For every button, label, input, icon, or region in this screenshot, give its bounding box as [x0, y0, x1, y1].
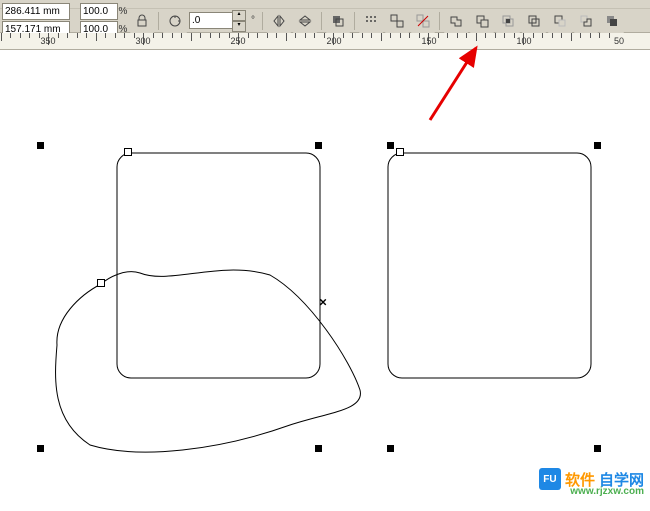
rotation-group: ▴ ▾	[189, 10, 246, 32]
to-front-icon	[330, 13, 346, 29]
drawing-canvas[interactable]: FU 软件 自学网 www.rjzxw.com ×	[0, 50, 650, 498]
align-button[interactable]	[359, 9, 383, 33]
back-minus-front-icon	[578, 13, 594, 29]
ruler-label: 300	[135, 36, 150, 46]
shape-node[interactable]	[124, 148, 132, 156]
ruler-label: 50	[614, 36, 624, 46]
degree-label: °	[248, 15, 258, 26]
shape-node[interactable]	[97, 279, 105, 287]
selection-handle[interactable]	[387, 142, 394, 149]
ruler-label: 350	[40, 36, 55, 46]
weld-icon	[448, 13, 464, 29]
ungroup-button[interactable]	[411, 9, 435, 33]
selection-handle[interactable]	[37, 445, 44, 452]
selection-center[interactable]: ×	[319, 295, 327, 310]
boundary-icon	[604, 13, 620, 29]
apply-icon	[167, 13, 183, 29]
separator	[439, 12, 440, 30]
group-button[interactable]	[385, 9, 409, 33]
ungroup-icon	[415, 13, 431, 29]
separator	[262, 12, 263, 30]
to-front-button[interactable]	[326, 9, 350, 33]
scale-x-input[interactable]	[80, 3, 118, 20]
create-boundary-button[interactable]	[600, 9, 624, 33]
intersect-button[interactable]	[496, 9, 520, 33]
selection-handle[interactable]	[315, 445, 322, 452]
canvas-objects	[0, 50, 650, 498]
watermark-url: www.rjzxw.com	[570, 486, 644, 497]
simplify-button[interactable]	[522, 9, 546, 33]
lock-icon	[134, 13, 150, 29]
intersect-icon	[500, 13, 516, 29]
mirror-vertical-icon	[297, 13, 313, 29]
mirror-horizontal-icon	[271, 13, 287, 29]
front-minus-back-icon	[552, 13, 568, 29]
mirror-horizontal-button[interactable]	[267, 9, 291, 33]
rotation-input[interactable]	[189, 12, 233, 29]
trim-icon	[474, 13, 490, 29]
watermark-badge: FU	[539, 468, 561, 490]
ruler-label: 200	[326, 36, 341, 46]
separator	[158, 12, 159, 30]
back-minus-front-button[interactable]	[574, 9, 598, 33]
shape-node[interactable]	[396, 148, 404, 156]
horizontal-ruler[interactable]: // ticks drawn later after data load 350…	[0, 33, 650, 50]
front-minus-back-button[interactable]	[548, 9, 572, 33]
ruler-label: 250	[230, 36, 245, 46]
separator	[354, 12, 355, 30]
property-bar-row: % % ▴ ▾ °	[0, 9, 650, 32]
apply-button[interactable]	[163, 9, 187, 33]
selection-handle[interactable]	[594, 142, 601, 149]
align-icon	[363, 13, 379, 29]
property-bar: % % ▴ ▾ °	[0, 0, 650, 33]
group-icon	[389, 13, 405, 29]
simplify-icon	[526, 13, 542, 29]
percent-label: %	[118, 6, 128, 17]
selection-handle[interactable]	[387, 445, 394, 452]
pos-x-input[interactable]	[2, 3, 70, 20]
ruler-label: 100	[516, 36, 531, 46]
mirror-vertical-button[interactable]	[293, 9, 317, 33]
rotation-spin-up[interactable]: ▴	[232, 10, 246, 21]
rotation-spin-down[interactable]: ▾	[232, 21, 246, 32]
separator	[321, 12, 322, 30]
lock-ratio-button[interactable]	[130, 9, 154, 33]
weld-button[interactable]	[444, 9, 468, 33]
annotation-arrow	[420, 40, 500, 130]
selection-handle[interactable]	[37, 142, 44, 149]
selection-handle[interactable]	[594, 445, 601, 452]
selection-handle[interactable]	[315, 142, 322, 149]
trim-button[interactable]	[470, 9, 494, 33]
